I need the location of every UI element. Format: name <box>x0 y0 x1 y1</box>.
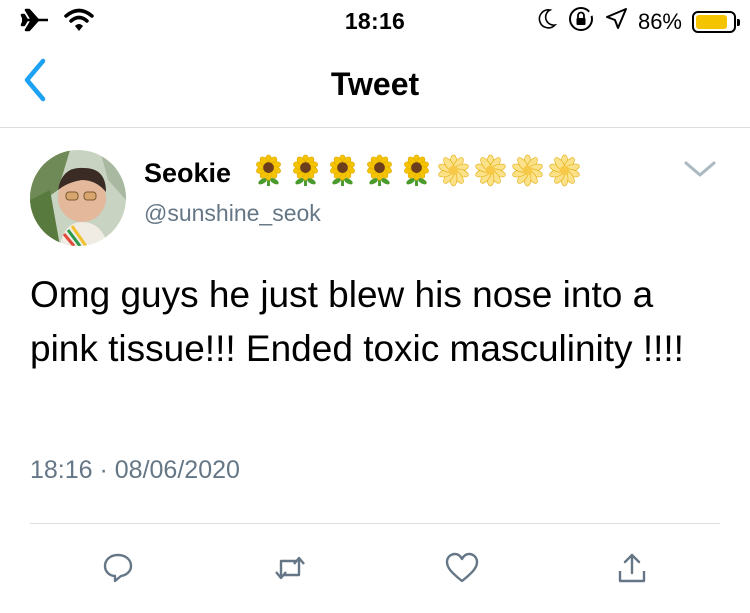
blossom-emoji-icon <box>437 154 470 192</box>
rotation-lock-icon <box>568 6 595 37</box>
blossom-emoji-icon <box>474 154 507 192</box>
battery-tip <box>737 18 740 26</box>
status-right: 86% <box>536 6 740 37</box>
divider <box>30 523 720 524</box>
avatar[interactable] <box>30 150 126 246</box>
timestamp[interactable]: 18:16 · 08/06/2020 <box>30 456 240 485</box>
action-bar <box>0 540 750 600</box>
username[interactable]: @sunshine_seok <box>144 200 321 227</box>
display-name[interactable]: Seokie <box>144 158 231 189</box>
retweet-icon <box>272 551 308 590</box>
chevron-down-icon <box>683 159 717 184</box>
sunflower-emoji-icon <box>326 154 359 192</box>
like-button[interactable] <box>440 548 484 592</box>
location-icon <box>604 7 628 36</box>
battery-level <box>696 14 727 29</box>
reply-icon <box>101 551 135 590</box>
nav-bar: Tweet <box>0 40 750 128</box>
blossom-emoji-icon <box>511 154 544 192</box>
name-emoji <box>252 154 581 192</box>
sunflower-emoji-icon <box>363 154 396 192</box>
page-title: Tweet <box>330 66 420 102</box>
blossom-emoji-icon <box>548 154 581 192</box>
sunflower-emoji-icon <box>400 154 433 192</box>
moon-icon <box>536 7 558 36</box>
battery-percent: 86% <box>637 8 682 34</box>
share-icon <box>615 551 649 590</box>
retweet-button[interactable] <box>268 548 312 592</box>
like-icon <box>444 551 480 590</box>
more-options-button[interactable] <box>680 156 720 186</box>
reply-button[interactable] <box>96 548 140 592</box>
sunflower-emoji-icon <box>252 154 285 192</box>
tweet-header: Seokie @sunshine_seok <box>30 150 730 250</box>
status-bar: 18:16 86% <box>0 0 750 40</box>
sunflower-emoji-icon <box>289 154 322 192</box>
share-button[interactable] <box>610 548 654 592</box>
tweet-text: Omg guys he just blew his nose into a pi… <box>30 274 684 369</box>
battery-icon <box>692 10 740 33</box>
